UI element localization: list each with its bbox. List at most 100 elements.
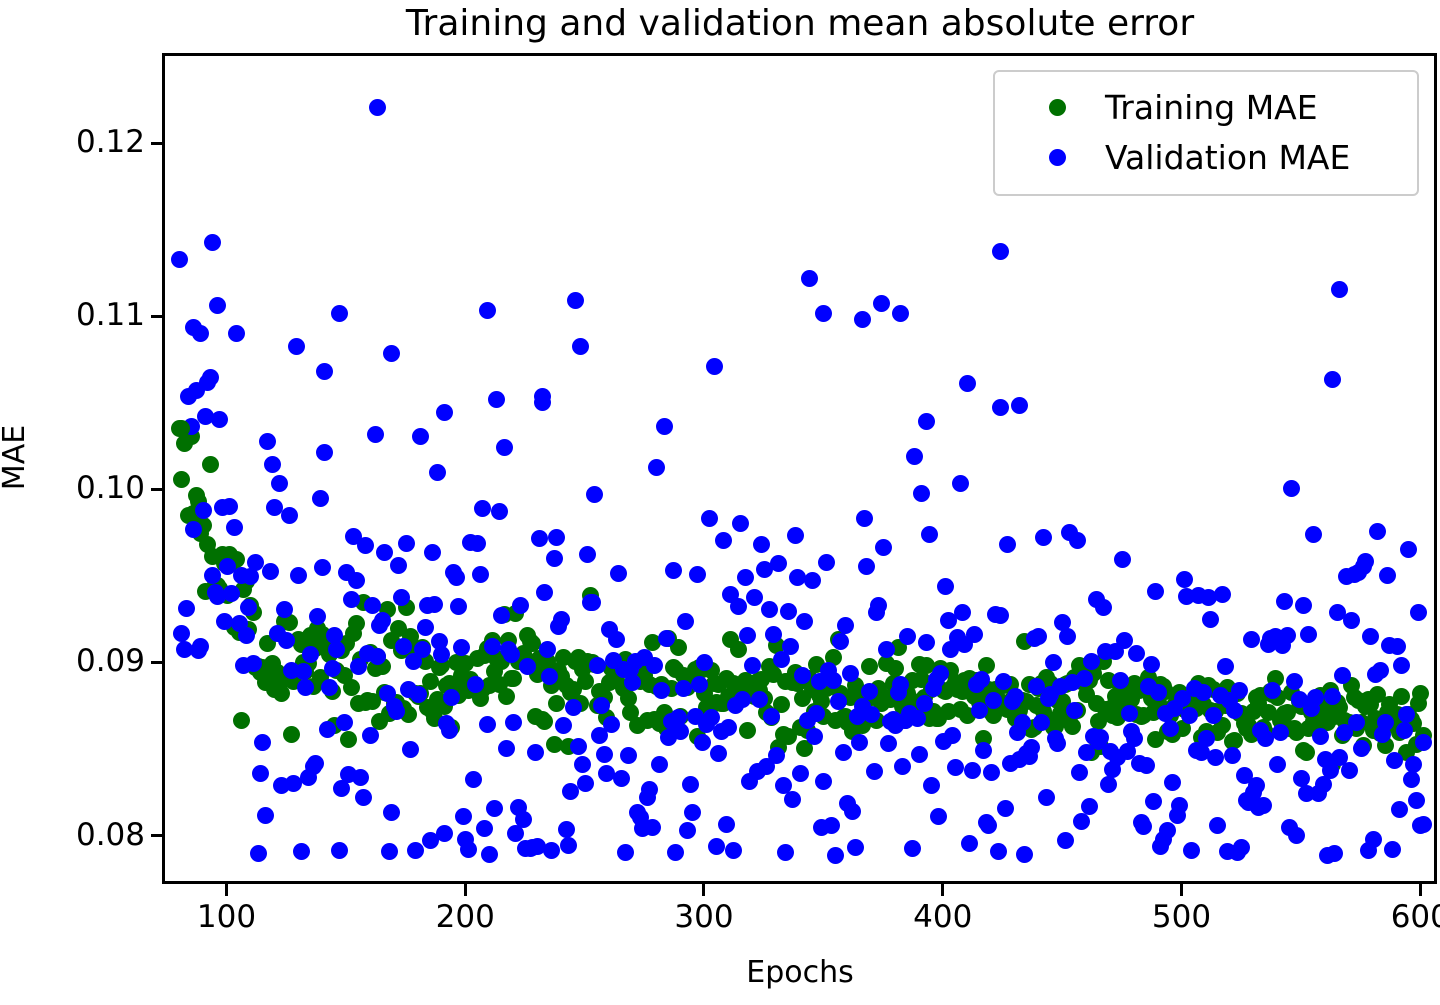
validation-point [1128, 645, 1146, 663]
validation-point [1340, 762, 1358, 780]
validation-point [474, 499, 492, 517]
validation-point [1180, 706, 1198, 724]
x-tick-label: 400 [913, 899, 973, 935]
validation-point [560, 837, 577, 855]
validation-point [910, 746, 928, 764]
training-point [1063, 718, 1081, 735]
x-tick-label: 200 [435, 899, 495, 935]
validation-point [851, 734, 869, 752]
validation-point [736, 568, 754, 586]
validation-point [1111, 671, 1129, 689]
validation-point [466, 676, 484, 694]
validation-point [762, 707, 780, 725]
validation-point [1073, 812, 1091, 830]
training-point [1412, 685, 1430, 703]
validation-point-notable [209, 296, 227, 314]
validation-point [1283, 480, 1301, 498]
y-tick-label: 0.12 [75, 124, 145, 161]
validation-point [443, 688, 461, 706]
legend-swatch-training-icon [1009, 98, 1105, 116]
validation-point [1066, 701, 1084, 719]
training-point [729, 641, 747, 659]
validation-point [865, 762, 883, 780]
training-point [342, 678, 360, 696]
validation-point [674, 680, 692, 698]
validation-point [485, 800, 503, 818]
validation-point [1195, 683, 1213, 701]
validation-point [1405, 755, 1423, 773]
validation-point [1388, 637, 1406, 655]
validation-point [450, 598, 468, 616]
training-point [497, 687, 515, 705]
validation-point [975, 741, 993, 759]
validation-point [648, 459, 666, 477]
validation-point [841, 665, 859, 683]
validation-point [1171, 796, 1189, 814]
validation-point [223, 584, 241, 602]
validation-point [1343, 611, 1361, 629]
validation-point [739, 626, 757, 644]
validation-point [1278, 626, 1296, 644]
validation-point [471, 565, 489, 583]
validation-point [579, 545, 597, 563]
training-point [201, 455, 219, 473]
validation-point [323, 660, 341, 678]
validation-point [552, 610, 570, 628]
validation-point [617, 843, 635, 861]
validation-point [796, 613, 814, 631]
validation-point [913, 485, 931, 503]
legend-swatch-validation-icon [1009, 148, 1105, 166]
validation-point [808, 704, 826, 722]
validation-point [1386, 752, 1404, 770]
validation-point [1147, 582, 1165, 600]
validation-point [586, 486, 604, 504]
validation-point [825, 671, 843, 689]
validation-point [314, 558, 332, 576]
legend-item-validation[interactable]: Validation MAE [1009, 132, 1403, 182]
validation-point [1056, 832, 1074, 850]
validation-point [1295, 597, 1313, 615]
validation-point [875, 538, 893, 556]
x-tick-mark [224, 884, 228, 896]
validation-point [352, 768, 370, 786]
validation-point [715, 532, 733, 550]
validation-point [397, 535, 415, 553]
y-tick-label: 0.09 [75, 643, 145, 680]
validation-point [801, 269, 819, 287]
validation-point [476, 819, 494, 837]
validation-point [1164, 774, 1182, 792]
validation-point [536, 583, 554, 601]
validation-point [1254, 797, 1272, 815]
validation-point [903, 839, 921, 857]
validation-point [705, 357, 723, 375]
validation-point [571, 338, 589, 356]
validation-point-notable [918, 412, 936, 430]
validation-point [557, 820, 575, 838]
validation-point [602, 716, 620, 734]
validation-point [1269, 756, 1287, 774]
validation-point [1324, 687, 1342, 705]
validation-point [872, 295, 890, 312]
legend[interactable]: Training MAE Validation MAE [993, 70, 1419, 196]
validation-point [1383, 841, 1401, 859]
validation-point-notable [992, 398, 1010, 416]
validation-point [908, 710, 926, 728]
validation-point [1390, 800, 1408, 818]
validation-point [982, 763, 1000, 781]
validation-point [278, 631, 296, 649]
validation-point [645, 657, 663, 675]
validation-point [1204, 706, 1222, 724]
validation-point [302, 645, 320, 663]
validation-point-notable [815, 305, 833, 323]
validation-point [1214, 586, 1232, 604]
validation-point-notable [853, 310, 871, 328]
validation-point [815, 772, 833, 790]
validation-point-notable [1011, 397, 1029, 415]
validation-point [1223, 747, 1241, 765]
validation-point [249, 844, 267, 862]
validation-point [1121, 704, 1139, 722]
validation-point [1304, 525, 1322, 543]
validation-point [980, 817, 998, 835]
legend-item-training[interactable]: Training MAE [1009, 82, 1403, 132]
validation-point [335, 713, 353, 731]
